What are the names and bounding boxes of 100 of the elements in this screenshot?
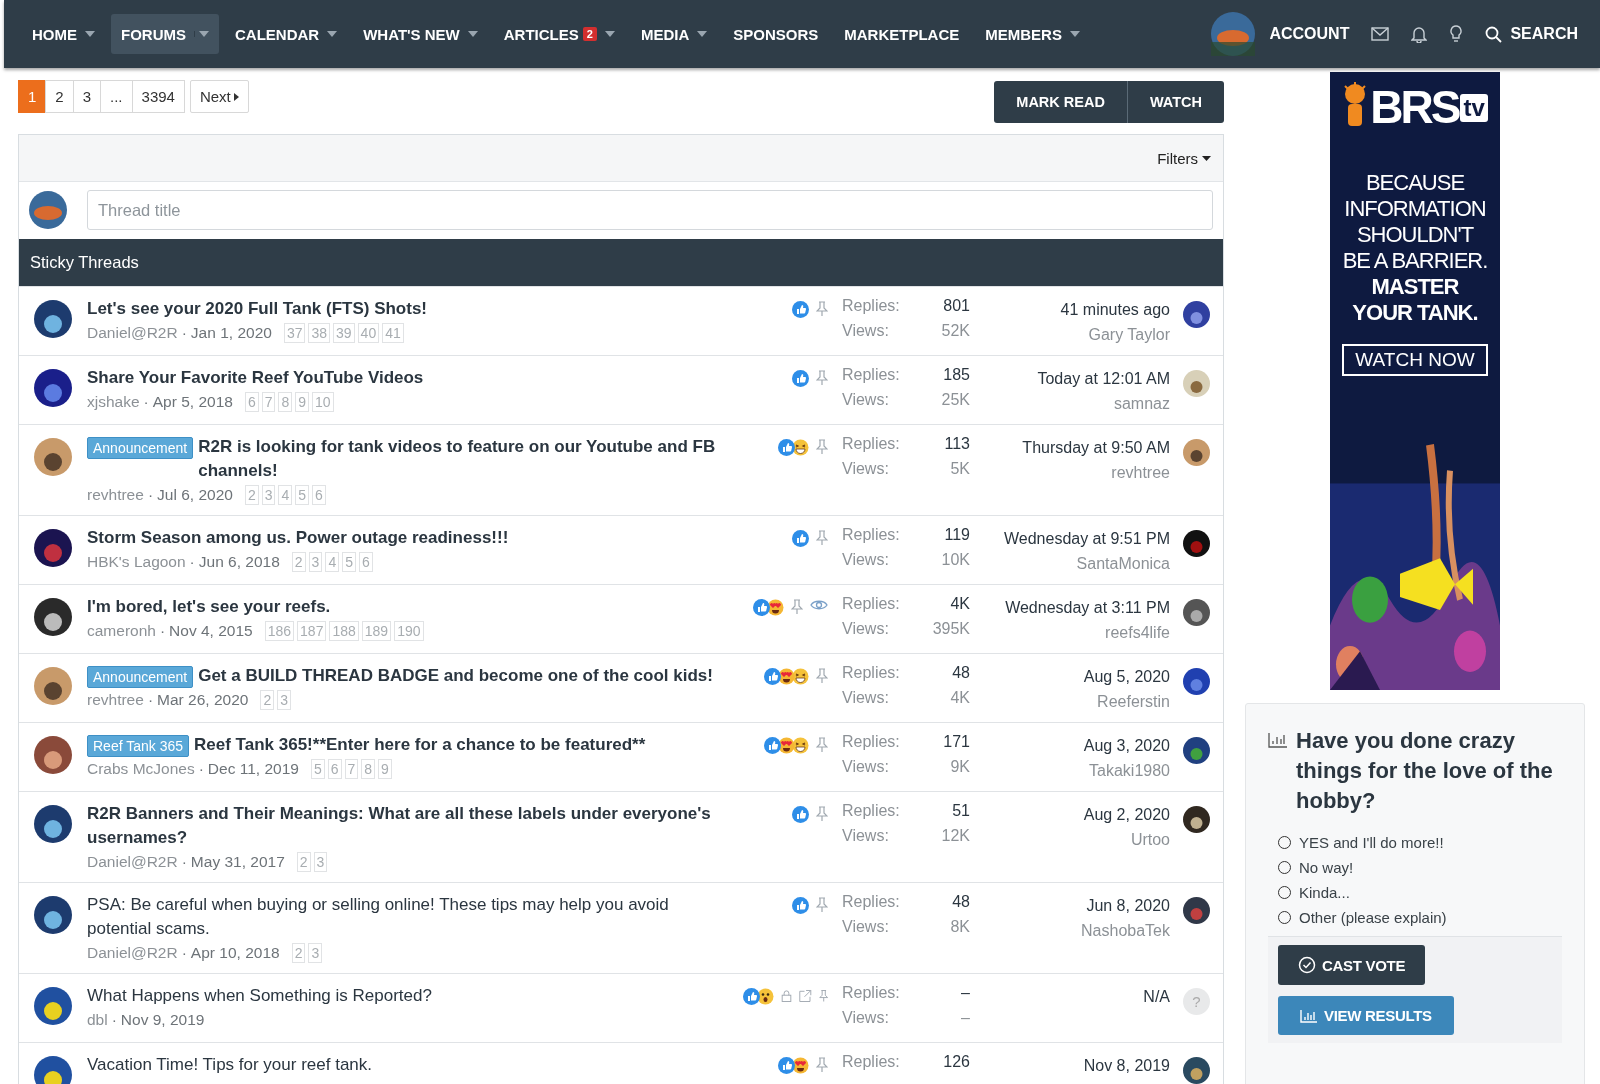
author-link[interactable]: cameronh [87, 619, 156, 643]
page-link[interactable]: 1 [18, 80, 47, 113]
poll-option[interactable]: No way! [1278, 859, 1552, 876]
page-jump-link[interactable]: 3 [313, 852, 328, 872]
nav-tab[interactable]: ARTICLES 2 [493, 14, 625, 54]
page-jump-link[interactable]: 8 [361, 759, 376, 779]
caret-icon[interactable] [467, 31, 478, 37]
page-link[interactable]: 2 [45, 80, 74, 113]
bell-icon[interactable] [1411, 25, 1428, 43]
page-link[interactable]: 3394 [131, 80, 185, 113]
page-jump-link[interactable]: 3 [261, 485, 276, 505]
page-jump-link[interactable]: 187 [297, 621, 327, 641]
page-jump-link[interactable]: 5 [342, 552, 356, 572]
next-page-button[interactable]: Next [189, 80, 249, 113]
account-link[interactable]: ACCOUNT [1269, 25, 1350, 43]
last-poster-link[interactable]: SantaMonica [1076, 551, 1170, 576]
view-results-button[interactable]: VIEW RESULTS [1278, 996, 1454, 1035]
last-poster-link[interactable]: Takaki1980 [1089, 758, 1170, 783]
page-jump-link[interactable]: 7 [261, 392, 276, 412]
last-poster-link[interactable]: reefs4life [1105, 620, 1170, 645]
author-link[interactable]: HBK's Lagoon [87, 550, 186, 574]
last-poster-link[interactable]: Gary Taylor [1088, 322, 1170, 347]
last-poster-link[interactable]: revhtree [1111, 460, 1170, 485]
page-jump-link[interactable]: 9 [378, 759, 392, 779]
page-jump-link[interactable]: 190 [394, 621, 424, 641]
page-jump-link[interactable]: 10 [312, 392, 334, 412]
poll-option[interactable]: Kinda... [1278, 884, 1552, 901]
page-jump-link[interactable]: 39 [333, 323, 355, 343]
thread-title-link[interactable]: I'm bored, let's see your reefs. [87, 595, 331, 619]
last-post-date[interactable]: Wednesday at 9:51 PM [1003, 526, 1170, 551]
nav-tab[interactable]: MARKETPLACE [834, 14, 970, 54]
last-post-date[interactable]: Wednesday at 3:11 PM [1005, 595, 1170, 620]
search-link[interactable]: SEARCH [1485, 25, 1578, 43]
page-jump-link[interactable]: 186 [264, 621, 295, 641]
thread-title-field[interactable]: Thread title [87, 190, 1213, 230]
poll-option[interactable]: Other (please explain) [1278, 909, 1552, 926]
last-poster-link[interactable]: NashobaTek [1081, 918, 1170, 943]
last-post-date[interactable]: Aug 5, 2020 [1083, 664, 1170, 689]
thread-title-link[interactable]: What Happens when Something is Reported? [87, 984, 432, 1008]
thread-prefix-label[interactable]: Reef Tank 365 [87, 735, 190, 757]
last-post-date[interactable]: N/A [1143, 984, 1170, 1009]
thread-title-link[interactable]: Reef Tank 365!**Enter here for a chance to be featured** [194, 733, 646, 757]
nav-tab[interactable]: WHAT'S NEW [353, 14, 488, 54]
page-jump-link[interactable]: 5 [310, 759, 325, 779]
thread-title-link[interactable]: Storm Season among us. Power outage readiness!!! [87, 526, 509, 550]
caret-icon[interactable] [85, 31, 95, 37]
nav-tab[interactable]: HOME [22, 14, 105, 54]
last-post-date[interactable]: Today at 12:01 AM [1037, 366, 1170, 391]
thread-title-link[interactable]: Let's see your 2020 Full Tank (FTS) Shots! [87, 297, 428, 321]
page-link[interactable]: ... [100, 80, 133, 113]
poll-option[interactable]: YES and I'll do more!! [1278, 834, 1552, 851]
mail-icon[interactable] [1371, 27, 1390, 41]
filters-dropdown[interactable]: Filters [1157, 149, 1211, 167]
page-jump-link[interactable]: 4 [325, 552, 340, 572]
thread-title-link[interactable]: R2R Banners and Their Meanings: What are all these labels under everyone's usernames? [87, 802, 736, 850]
page-jump-link[interactable]: 7 [344, 759, 359, 779]
thread-title-link[interactable]: Get a BUILD THREAD BADGE and become one of the cool kids! [198, 664, 713, 688]
caret-icon[interactable] [194, 31, 209, 37]
page-jump-link[interactable]: 6 [327, 759, 342, 779]
author-link[interactable]: revhtree [87, 688, 144, 712]
thread-title-link[interactable]: Share Your Favorite Reef YouTube Videos [87, 366, 424, 390]
page-jump-link[interactable]: 189 [361, 621, 392, 641]
avatar[interactable] [1211, 12, 1256, 56]
last-post-date[interactable]: Aug 2, 2020 [1083, 802, 1170, 827]
watch-now-button[interactable]: WATCH NOW [1342, 344, 1488, 376]
author-link[interactable]: Daniel@R2R [87, 941, 178, 965]
last-post-date[interactable]: 41 minutes ago [1060, 297, 1170, 322]
page-jump-link[interactable]: 2 [291, 552, 306, 572]
last-post-date[interactable]: Nov 8, 2019 [1083, 1053, 1170, 1078]
last-poster-link[interactable]: Reeferstin [1097, 689, 1170, 714]
page-jump-link[interactable]: 3 [308, 943, 323, 963]
thread-title-link[interactable]: PSA: Be careful when buying or selling online! These tips may help you avoid potential scams. [87, 893, 736, 941]
caret-icon[interactable] [327, 31, 338, 37]
caret-icon[interactable] [604, 31, 615, 37]
nav-tab[interactable]: CALENDAR [225, 14, 348, 54]
page-jump-link[interactable]: 3 [277, 690, 291, 710]
page-jump-link[interactable]: 2 [244, 485, 259, 505]
page-jump-link[interactable]: 2 [296, 852, 311, 872]
thread-prefix-label[interactable]: Announcement [87, 666, 194, 688]
action-button[interactable]: MARK READ [994, 81, 1127, 123]
author-link[interactable]: Daniel@R2R [87, 850, 178, 874]
page-jump-link[interactable]: 3 [308, 552, 323, 572]
author-link[interactable]: xjshake [87, 390, 140, 414]
page-jump-link[interactable]: 6 [312, 485, 326, 505]
thread-prefix-label[interactable]: Announcement [87, 437, 194, 459]
page-jump-link[interactable]: 6 [359, 552, 373, 572]
nav-tab[interactable]: FORUMS [111, 14, 219, 54]
page-jump-link[interactable]: 38 [308, 323, 331, 343]
thread-title-link[interactable]: R2R is looking for tank videos to feature on our Youtube and FB channels! [198, 435, 736, 483]
action-button[interactable]: WATCH [1126, 81, 1224, 123]
thread-title-link[interactable]: Vacation Time! Tips for your reef tank. [87, 1053, 373, 1077]
author-link[interactable]: Daniel@R2R [87, 321, 178, 345]
page-jump-link[interactable]: 9 [295, 392, 310, 412]
page-jump-link[interactable]: 6 [244, 392, 259, 412]
nav-tab[interactable]: MEDIA [630, 14, 718, 54]
last-post-date[interactable]: Aug 3, 2020 [1083, 733, 1170, 758]
page-jump-link[interactable]: 4 [278, 485, 293, 505]
cast-vote-button[interactable]: CAST VOTE [1278, 945, 1426, 985]
page-jump-link[interactable]: 5 [295, 485, 310, 505]
page-jump-link[interactable]: 37 [283, 323, 306, 343]
